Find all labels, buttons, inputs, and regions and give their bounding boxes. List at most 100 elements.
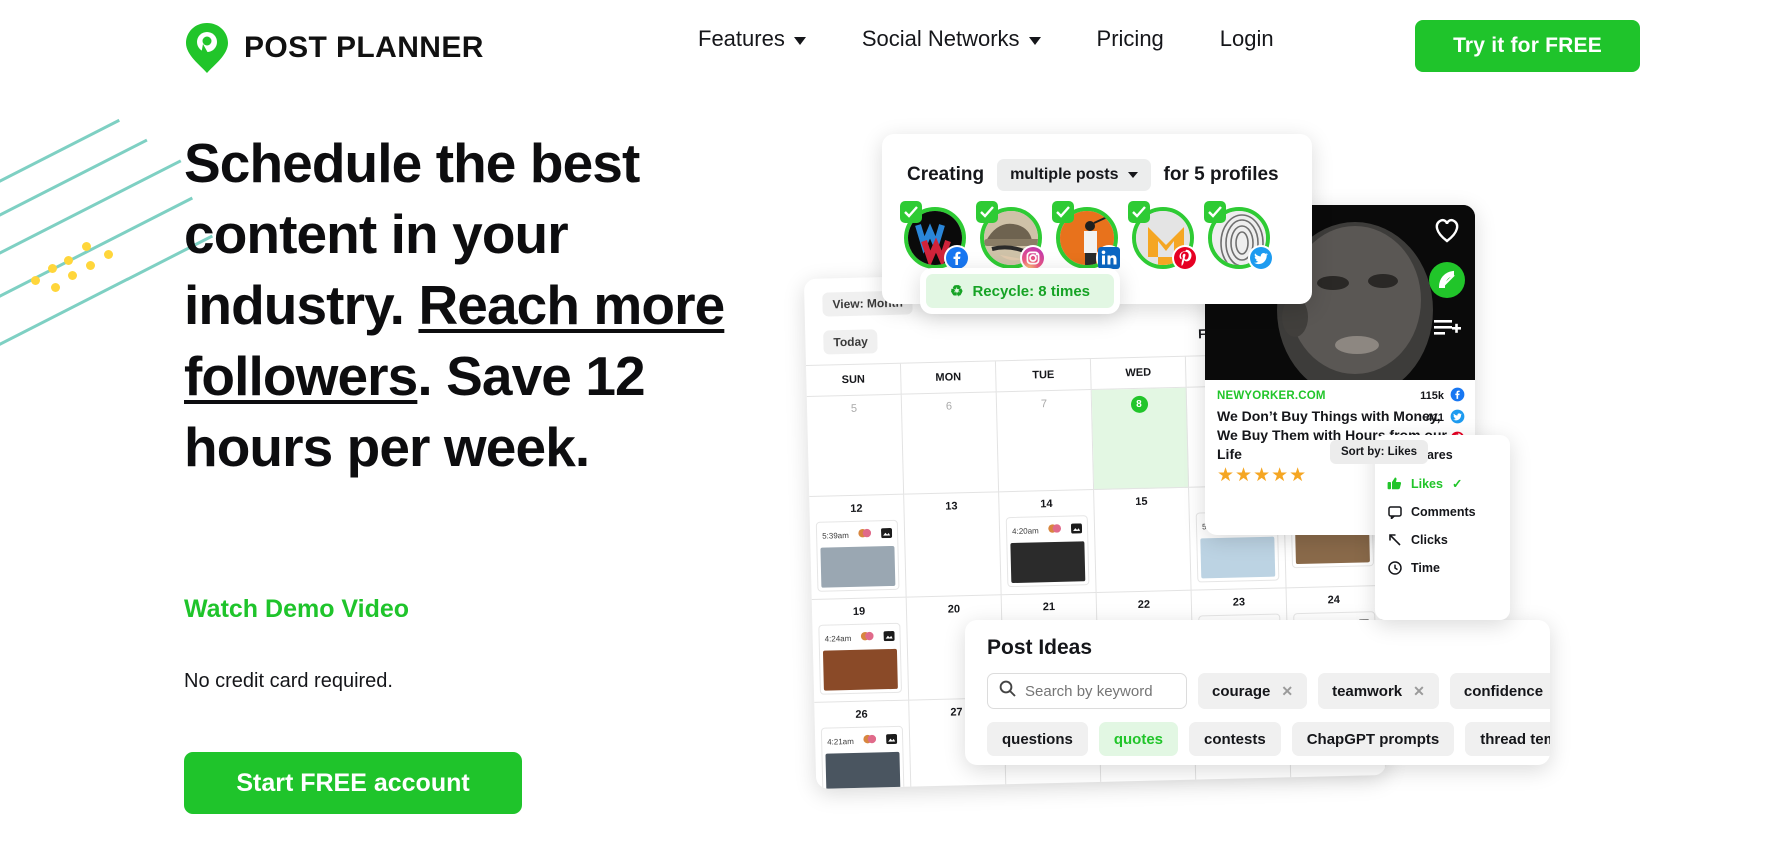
creating-suffix: for 5 profiles	[1163, 164, 1279, 185]
nav-label: Login	[1219, 26, 1274, 51]
start-free-account-button[interactable]: Start FREE account	[184, 752, 522, 814]
search-box[interactable]	[987, 673, 1187, 709]
sort-by-button[interactable]: Sort by: Likes	[1330, 440, 1429, 464]
sort-option-likes[interactable]: Likes ✓	[1375, 469, 1510, 498]
post-time: 5:39am	[822, 530, 849, 541]
calendar-cell[interactable]: 26 4:21am	[814, 700, 912, 789]
check-icon	[1052, 201, 1074, 223]
creating-prefix: Creating	[907, 164, 985, 185]
landing-page: POST PLANNER Features Social Networks Pr…	[0, 0, 1773, 860]
scheduled-post[interactable]: 5:39am	[815, 519, 900, 592]
scheduled-post[interactable]: 4:24am	[818, 622, 902, 695]
profile-fingerprint-avatar[interactable]	[1204, 201, 1274, 271]
close-icon[interactable]: ✕	[1281, 683, 1293, 700]
calendar-cell[interactable]: 6	[901, 392, 1000, 495]
logo-text: POST PLANNER	[244, 31, 484, 64]
check-icon	[900, 201, 922, 223]
nav-item-pricing[interactable]: Pricing	[1069, 26, 1192, 52]
profile-wm-avatar[interactable]	[900, 201, 970, 271]
calendar-cell[interactable]: 14 4:20am	[999, 490, 1097, 596]
nav-label: Features	[698, 26, 785, 51]
try-it-for-free-button[interactable]: Try it for FREE	[1415, 20, 1640, 72]
profile-hat-avatar[interactable]	[976, 201, 1046, 271]
calendar-day-number: 14	[1040, 498, 1053, 511]
feather-icon[interactable]	[1429, 262, 1465, 303]
recycle-pill[interactable]: ♻ Recycle: 8 times	[926, 274, 1114, 308]
calendar-day-number: 15	[1135, 495, 1148, 509]
keyword-tag[interactable]: confidence✕	[1449, 673, 1550, 709]
watch-demo-video-link[interactable]: Watch Demo Video	[184, 595, 409, 624]
profile-m-avatar[interactable]	[1128, 201, 1198, 271]
calendar-cell[interactable]: 15	[1094, 487, 1192, 593]
nav-item-features[interactable]: Features	[670, 26, 834, 52]
profile-figure-avatar[interactable]	[1052, 201, 1122, 271]
article-actions	[1429, 217, 1465, 344]
category-pill[interactable]: quotes	[1098, 722, 1179, 756]
scheduled-post[interactable]: 4:20am	[1005, 515, 1090, 588]
calendar-cell[interactable]: 8	[1091, 387, 1190, 491]
thumbs-up-icon	[1387, 476, 1402, 491]
post-time: 4:24am	[824, 633, 852, 644]
sort-option-label: Likes	[1411, 476, 1443, 491]
heart-icon[interactable]	[1433, 217, 1461, 248]
category-pill[interactable]: contests	[1189, 722, 1281, 756]
category-pill[interactable]: thread templates	[1465, 722, 1550, 756]
add-to-list-icon[interactable]	[1433, 317, 1461, 344]
calendar-day-header: TUE	[995, 359, 1092, 393]
calendar-day-header: WED	[1090, 356, 1187, 391]
category-pill[interactable]: questions	[987, 722, 1088, 756]
keyword-tag-label: teamwork	[1332, 682, 1403, 700]
nav-item-login[interactable]: Login	[1192, 26, 1302, 52]
product-screenshot-composite: View: Month Today FEBRUARY - MARCH ❯ SUN…	[803, 120, 1740, 820]
post-type-select[interactable]: multiple posts	[997, 159, 1151, 191]
post-media-icon	[1070, 520, 1083, 538]
post-network-avatar	[861, 628, 874, 646]
keyword-tag-label: confidence	[1463, 682, 1544, 700]
sort-option-clicks[interactable]: Clicks	[1375, 526, 1510, 554]
post-type-value: multiple posts	[1010, 166, 1119, 183]
scheduled-post[interactable]: 4:21am	[820, 725, 905, 789]
category-pill[interactable]: ChapGPT prompts	[1291, 722, 1455, 756]
keyword-tag[interactable]: courage ✕	[1198, 673, 1308, 709]
check-icon	[976, 201, 998, 223]
calendar-cell[interactable]: 12 5:39am	[809, 494, 907, 600]
stat-value: 411	[1426, 412, 1444, 424]
chevron-down-icon	[1127, 172, 1138, 178]
map-pin-logo-icon	[184, 22, 230, 74]
main-nav: Features Social Networks Pricing Login	[670, 26, 1302, 52]
calendar-cell[interactable]: 5	[806, 394, 905, 497]
nav-label: Pricing	[1096, 26, 1164, 51]
calendar-day-number: 26	[855, 708, 868, 721]
arrow-click-icon	[1387, 533, 1402, 547]
post-thumbnail	[825, 751, 901, 789]
sort-option-time[interactable]: Time	[1375, 554, 1510, 582]
post-time: 4:21am	[827, 736, 854, 747]
post-ideas-search-row: courage ✕ teamwork ✕ confidence✕	[965, 660, 1550, 709]
chevron-down-icon	[1028, 36, 1041, 45]
search-input[interactable]	[1025, 682, 1175, 700]
post-time: 4:20am	[1011, 525, 1039, 536]
stat-value: 115k	[1420, 390, 1444, 402]
calendar-day-number: 13	[945, 500, 958, 513]
post-media-icon	[881, 525, 893, 543]
calendar-cell[interactable]: 7	[996, 390, 1095, 493]
keyword-tag[interactable]: teamwork ✕	[1318, 673, 1439, 709]
post-thumbnail	[820, 545, 896, 588]
post-network-avatar	[858, 525, 872, 543]
post-thumbnail	[822, 648, 898, 691]
calendar-cell[interactable]: 19 4:24am	[811, 597, 910, 703]
keyword-tag-row: courage ✕ teamwork ✕ confidence✕	[1198, 673, 1550, 709]
pinterest-icon	[1172, 245, 1198, 271]
twitter-icon	[1248, 245, 1274, 271]
calendar-day-number: 5	[850, 402, 858, 415]
close-icon[interactable]: ✕	[1413, 683, 1425, 700]
calendar-cell[interactable]: 13	[904, 492, 1002, 598]
calendar-day-number: 20	[947, 603, 961, 616]
today-button[interactable]: Today	[823, 329, 879, 355]
logo[interactable]: POST PLANNER	[184, 22, 484, 74]
facebook-icon	[1450, 387, 1465, 405]
sort-option-comments[interactable]: Comments	[1375, 498, 1510, 526]
nav-item-social-networks[interactable]: Social Networks	[834, 26, 1069, 52]
post-network-avatar	[863, 731, 877, 749]
calendar-day-number: 12	[850, 502, 863, 515]
